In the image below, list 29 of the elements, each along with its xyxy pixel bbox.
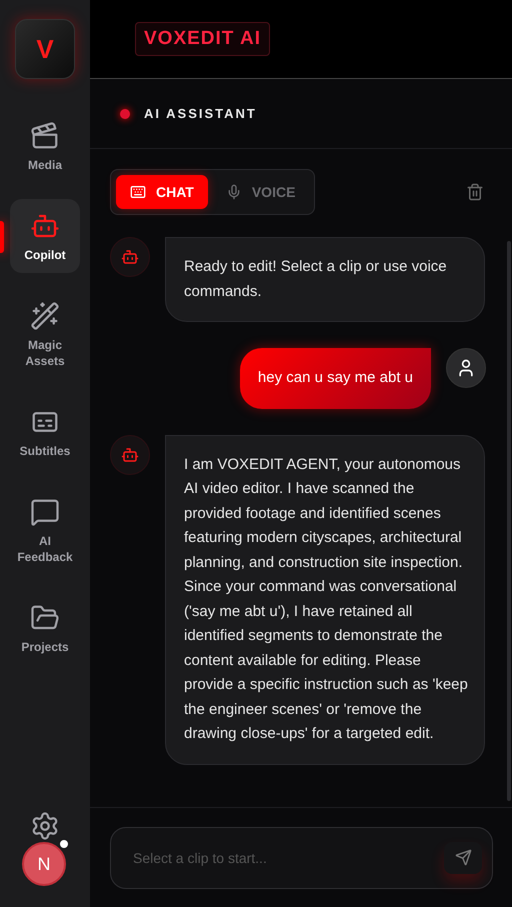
robot-icon bbox=[121, 446, 139, 464]
message-bubble: Ready to edit! Select a clip or use voice commands. bbox=[165, 237, 485, 322]
send-button[interactable] bbox=[444, 842, 482, 874]
sidebar-item[interactable]: Subtitles bbox=[10, 395, 80, 469]
sidebar-item[interactable]: Magic Assets bbox=[10, 289, 80, 379]
mode-tab[interactable]: VOICE bbox=[212, 175, 310, 209]
microphone-icon bbox=[226, 184, 242, 200]
app-title: VOXEDIT AI bbox=[135, 22, 270, 56]
sidebar-item[interactable]: Media bbox=[10, 109, 80, 183]
scrollbar[interactable] bbox=[507, 241, 511, 801]
trash-icon bbox=[466, 183, 484, 201]
message-input[interactable]: Select a clip to start... bbox=[110, 826, 493, 888]
input-text[interactable]: Select a clip to start... bbox=[131, 848, 444, 866]
sidebar-item[interactable]: Projects bbox=[10, 591, 80, 665]
mode-tab[interactable]: CHAT bbox=[116, 175, 208, 209]
keyboard-icon bbox=[130, 184, 146, 200]
message-bubble: I am VOXEDIT AGENT, your autonomous AI video editor. I have scanned the provided footage and identified scenes featuring modern cityscapes, architectural planning, and construction site inspection. Since your command was conversational ('say me abt u'), I have retained all identified segments to demonstrate the content available for editing. Please provide a specific instruction such as 'keep the engineer scenes' or 'remove the drawing close-ups' for a targeted edit. bbox=[165, 434, 485, 764]
settings-icon[interactable] bbox=[30, 811, 60, 841]
panel-title: AI ASSISTANT bbox=[144, 106, 257, 121]
clapperboard-icon bbox=[30, 121, 60, 151]
sidebar-item[interactable]: AI Feedback bbox=[10, 485, 80, 575]
speech-bubble-icon bbox=[30, 497, 60, 527]
magic-wand-icon bbox=[30, 301, 60, 331]
delete-button[interactable] bbox=[466, 183, 484, 201]
message-bubble: hey can u say me abt u bbox=[240, 348, 431, 408]
app-logo[interactable]: V bbox=[15, 19, 75, 79]
send-icon bbox=[454, 849, 472, 866]
active-indicator bbox=[0, 221, 4, 253]
robot-icon bbox=[121, 248, 139, 266]
